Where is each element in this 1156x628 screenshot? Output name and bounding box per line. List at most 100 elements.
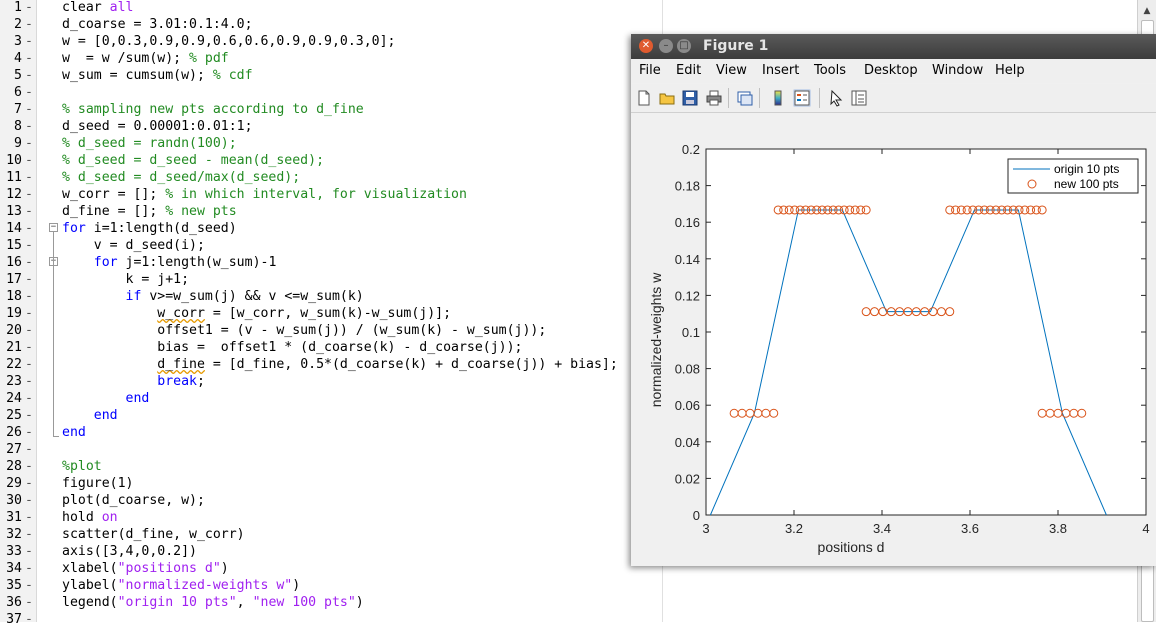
code-line[interactable]: 9- % d_seed = randn(100);: [0, 135, 660, 152]
print-icon[interactable]: [705, 89, 723, 107]
close-window-icon[interactable]: ✕: [639, 39, 653, 53]
code-token-keyword: for: [93, 255, 126, 270]
code-line[interactable]: 14- − for i=1:length(d_seed): [0, 220, 660, 237]
code-text: w_corr = []; % in which interval, for vi…: [62, 186, 467, 203]
pointer-icon[interactable]: [827, 89, 845, 107]
menu-help[interactable]: Help: [995, 63, 1025, 78]
new-figure-icon[interactable]: [635, 89, 653, 107]
code-line[interactable]: 20- offset1 = (v - w_sum(j)) / (w_sum(k)…: [0, 322, 660, 339]
plot-axes[interactable]: 3 3.2 3.4 3.6 3.8 4 0 0.02 0.04 0.06 0.08 0.1 0.12 0.…: [631, 113, 1156, 566]
code-line[interactable]: 32- scatter(d_fine, w_corr): [0, 526, 660, 543]
code-line[interactable]: 24- end: [0, 390, 660, 407]
code-line[interactable]: 34- xlabel("positions d"): [0, 560, 660, 577]
code-line[interactable]: 30- plot(d_coarse, w);: [0, 492, 660, 509]
code-text: break;: [62, 373, 205, 390]
code-fold-line: [53, 232, 54, 436]
line-marker: -: [25, 34, 33, 49]
code-line[interactable]: 35- ylabel("normalized-weights w"): [0, 577, 660, 594]
maximize-window-icon[interactable]: □: [677, 39, 691, 53]
code-line[interactable]: 1- clear all: [0, 0, 660, 16]
code-line[interactable]: 11- % d_seed = d_seed/max(d_seed);: [0, 169, 660, 186]
code-line[interactable]: 16-− for j=1:length(w_sum)-1: [0, 254, 660, 271]
property-inspector-icon[interactable]: [850, 89, 868, 107]
line-marker: -: [25, 527, 33, 542]
figure-titlebar[interactable]: ✕ – □ Figure 1: [631, 34, 1156, 59]
code-line[interactable]: 28- %plot: [0, 458, 660, 475]
figure-window[interactable]: ✕ – □ Figure 1 File Edit View Insert Too…: [631, 34, 1156, 566]
legend-icon[interactable]: [793, 89, 811, 107]
line-number: 29: [6, 476, 22, 491]
code-text: hold on: [62, 509, 118, 526]
code-line[interactable]: 17- k = j+1;: [0, 271, 660, 288]
code-line[interactable]: 15- v = d_seed(i);: [0, 237, 660, 254]
code-line[interactable]: 12- w_corr = []; % in which interval, for…: [0, 186, 660, 203]
menu-tools[interactable]: Tools: [814, 63, 846, 78]
line-marker: -: [25, 391, 33, 406]
code-text: end: [62, 424, 86, 441]
code-line[interactable]: 13- d_fine = []; % new pts: [0, 203, 660, 220]
menu-window[interactable]: Window: [932, 63, 983, 78]
code-text: for j=1:length(w_sum)-1: [62, 254, 277, 271]
code-token-plain: k = j+1;: [62, 272, 190, 287]
line-number: 15: [6, 238, 22, 253]
code-line[interactable]: 33- axis([3,4,0,0.2]): [0, 543, 660, 560]
figure-title: Figure 1: [703, 38, 769, 54]
menu-desktop[interactable]: Desktop: [864, 63, 918, 78]
code-text: %plot: [62, 458, 102, 475]
code-text: plot(d_coarse, w);: [62, 492, 205, 509]
code-line[interactable]: 27-: [0, 441, 660, 458]
line-marker: -: [25, 85, 33, 100]
code-text: if v>=w_sum(j) && v <=w_sum(k): [62, 288, 364, 305]
line-number: 17: [6, 272, 22, 287]
menu-edit[interactable]: Edit: [676, 63, 701, 78]
code-token-plain: j=1:length(w_sum)-1: [125, 255, 277, 270]
code-line[interactable]: 10- % d_seed = d_seed - mean(d_seed);: [0, 152, 660, 169]
code-line[interactable]: 2- d_coarse = 3.01:0.1:4.0;: [0, 16, 660, 33]
code-line[interactable]: 5- w_sum = cumsum(w); % cdf: [0, 67, 660, 84]
code-line[interactable]: 37-: [0, 611, 660, 628]
line-number: 20: [6, 323, 22, 338]
code-line[interactable]: 22- d_fine = [d_fine, 0.5*(d_coarse(k) +…: [0, 356, 660, 373]
code-line[interactable]: 21- bias = offset1 * (d_coarse(k) - d_co…: [0, 339, 660, 356]
y-tick-label: 0.16: [675, 215, 700, 230]
code-fold-toggle-icon[interactable]: −: [49, 223, 58, 232]
code-line[interactable]: 19- w_corr = [w_corr, w_sum(k)-w_sum(j)]…: [0, 305, 660, 322]
code-line[interactable]: 18- if v>=w_sum(j) && v <=w_sum(k): [0, 288, 660, 305]
code-token-string: all: [109, 0, 134, 15]
line-number: 27: [6, 442, 22, 457]
x-tick-label: 3.8: [1049, 521, 1067, 536]
minimize-window-icon[interactable]: –: [659, 39, 673, 53]
line-marker: -: [25, 187, 33, 202]
code-text: d_seed = 0.00001:0.01:1;: [62, 118, 253, 135]
save-icon[interactable]: [681, 89, 699, 107]
code-token-plain: ): [355, 595, 364, 610]
figure-canvas[interactable]: 3 3.2 3.4 3.6 3.8 4 0 0.02 0.04 0.06 0.08 0.1 0.12 0.…: [631, 113, 1156, 566]
code-token-string: "positions d": [117, 561, 221, 576]
code-line[interactable]: 23- break;: [0, 373, 660, 390]
code-line[interactable]: 31- hold on: [0, 509, 660, 526]
code-line[interactable]: 25- end: [0, 407, 660, 424]
code-line[interactable]: 36- legend("origin 10 pts", "new 100 pts"…: [0, 594, 660, 611]
colorbar-icon[interactable]: [769, 89, 787, 107]
code-token-string: on: [101, 510, 118, 525]
menu-view[interactable]: View: [716, 63, 747, 78]
line-number: 36: [6, 595, 22, 610]
y-tick-label: 0.08: [675, 362, 700, 377]
code-line[interactable]: 3- w = [0,0.3,0.9,0.9,0.6,0.6,0.9,0.9,0.3…: [0, 33, 660, 50]
menu-file[interactable]: File: [639, 63, 661, 78]
code-token-plain: ): [220, 561, 229, 576]
code-line[interactable]: 4- w = w /sum(w); % pdf: [0, 50, 660, 67]
code-line[interactable]: 6-: [0, 84, 660, 101]
toolbar-separator: [728, 88, 729, 108]
line-number: 13: [6, 204, 22, 219]
code-token-plain: = [w_corr, w_sum(k)-w_sum(j)];: [204, 306, 452, 321]
code-line[interactable]: 7- % sampling new pts according to d_fine: [0, 101, 660, 118]
code-line[interactable]: 26- end: [0, 424, 660, 441]
open-file-icon[interactable]: [658, 89, 676, 107]
code-line[interactable]: 8- d_seed = 0.00001:0.01:1;: [0, 118, 660, 135]
code-token-plain: w_sum = cumsum(w);: [62, 68, 213, 83]
menu-insert[interactable]: Insert: [762, 63, 799, 78]
code-line[interactable]: 29- figure(1): [0, 475, 660, 492]
scroll-up-arrow-icon[interactable]: ▲: [1140, 4, 1154, 18]
link-plot-icon[interactable]: [736, 89, 754, 107]
